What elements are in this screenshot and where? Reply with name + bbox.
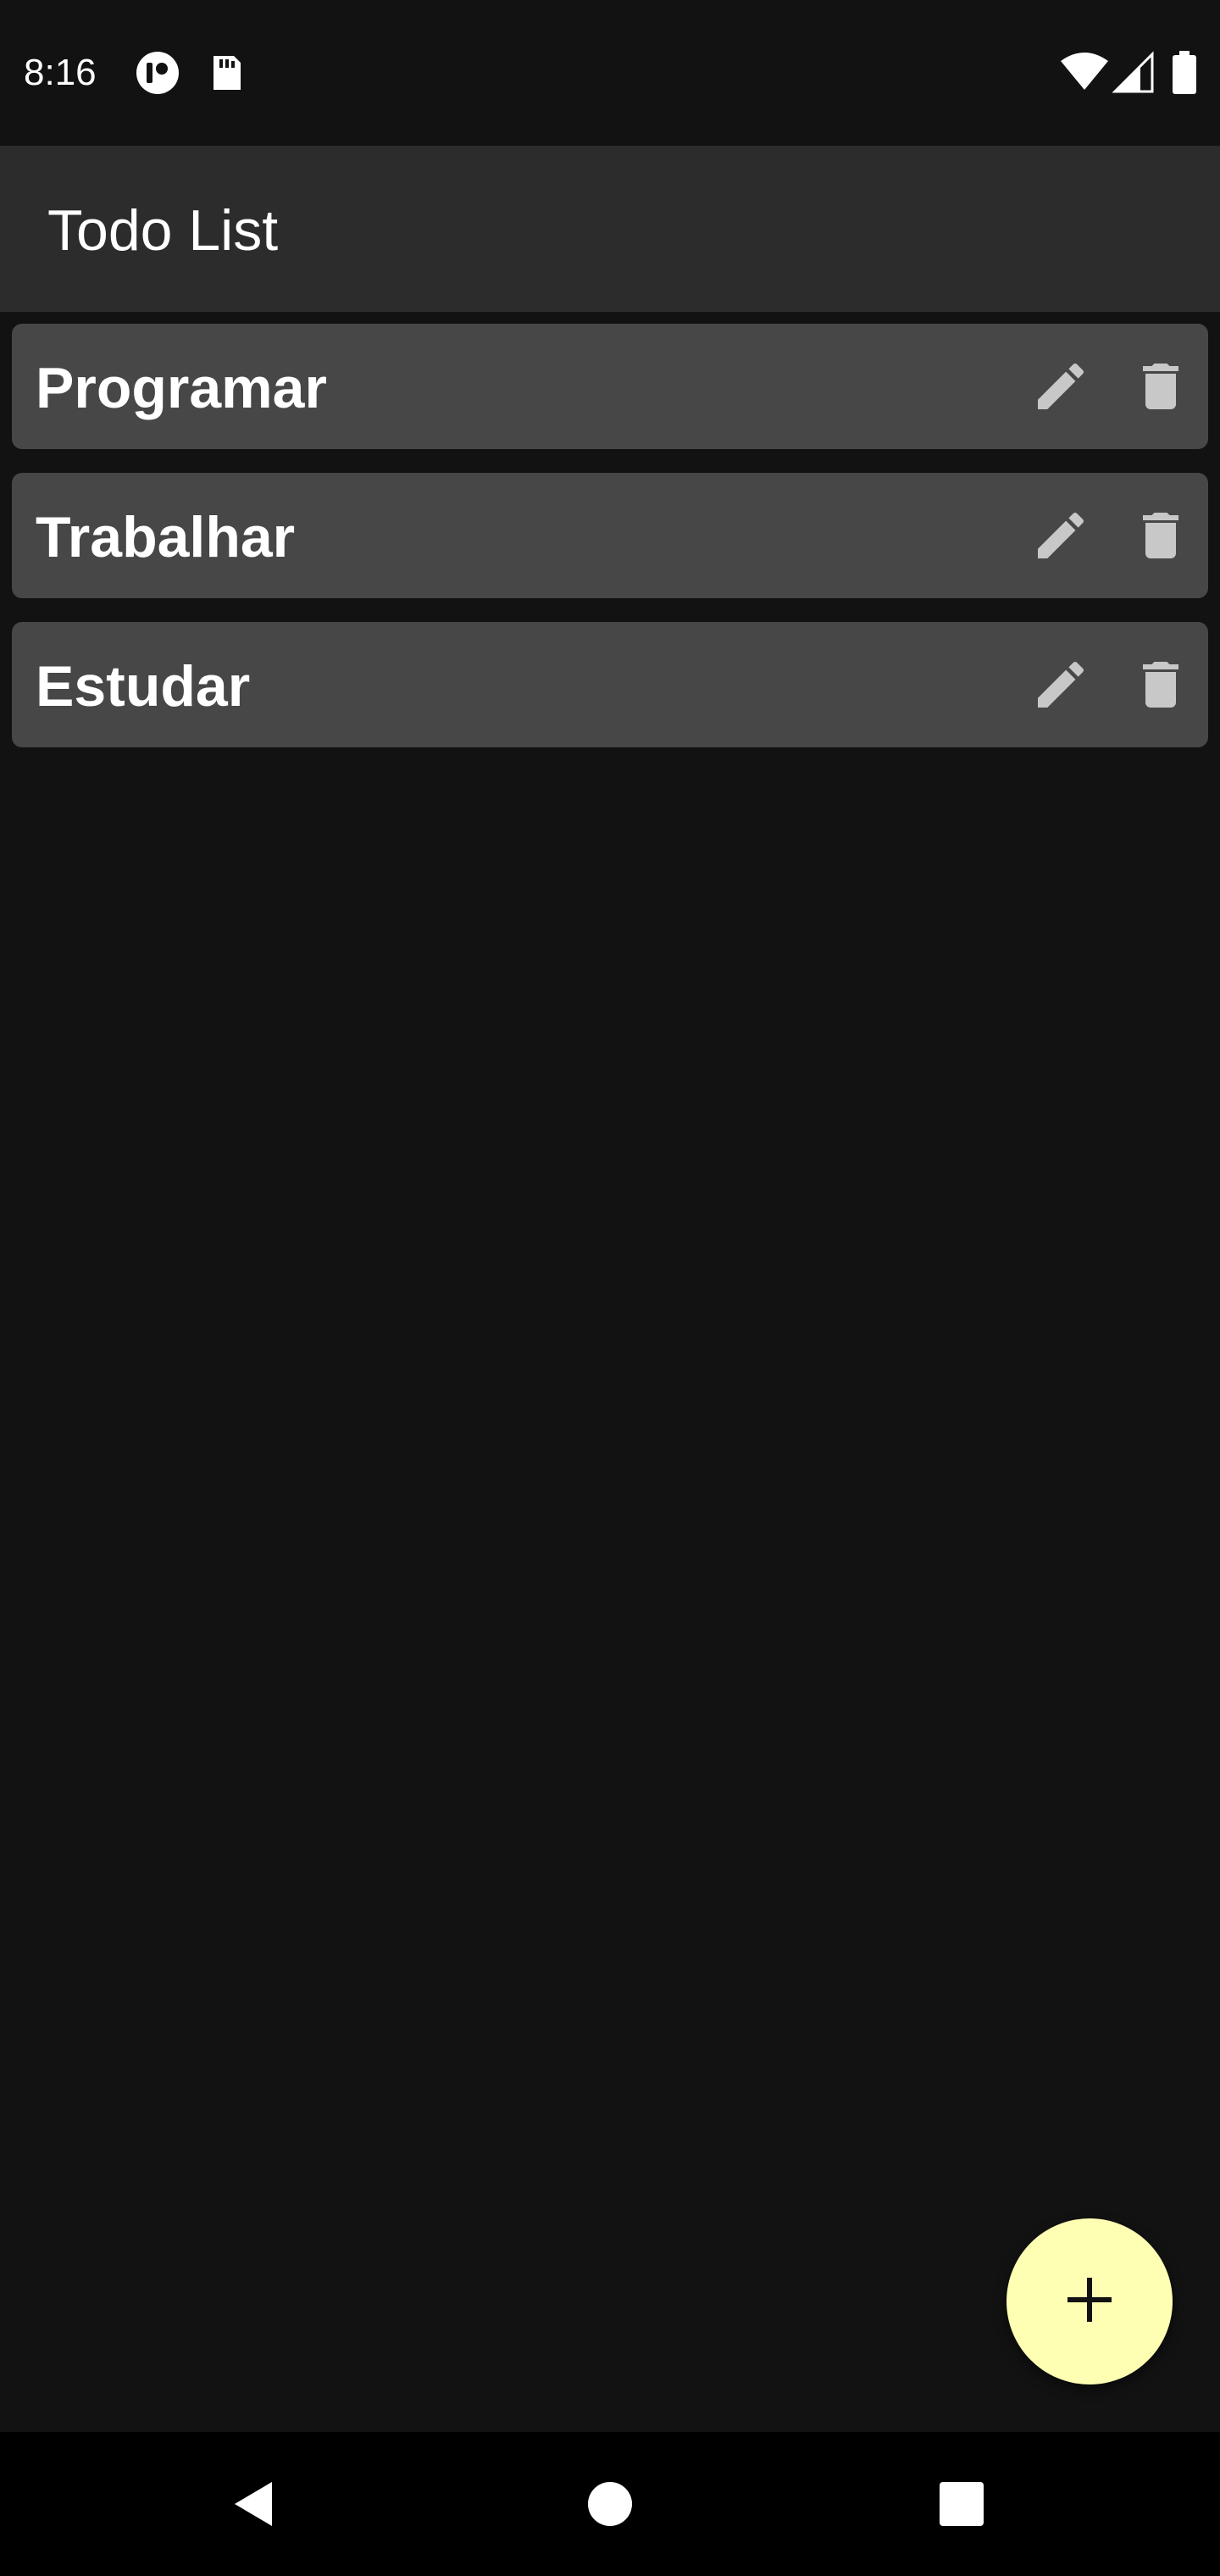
todo-item-estudar[interactable]: Estudar [12,622,1208,747]
todo-item-trabalhar[interactable]: Trabalhar [12,473,1208,598]
wifi-icon [1059,49,1108,97]
todo-list: Programar Trabalhar Estudar [12,324,1208,771]
todo-label: Estudar [36,654,251,719]
trash-icon[interactable] [1127,353,1195,420]
app-bar: Todo List [0,146,1220,312]
pencil-icon[interactable] [1027,353,1095,420]
todo-label: Trabalhar [36,505,296,569]
screen: 8:16 Todo List Programar Trabalhar Estud… [0,0,1220,2576]
recents-icon[interactable] [923,2466,1000,2542]
todo-label: Programar [36,356,327,420]
pencil-icon[interactable] [1027,502,1095,569]
sd-card-icon [202,49,249,97]
trash-icon[interactable] [1127,651,1195,719]
home-icon[interactable] [572,2466,648,2542]
pencil-icon[interactable] [1027,651,1095,719]
todo-item-programar[interactable]: Programar [12,324,1208,449]
trash-icon[interactable] [1127,502,1195,569]
cell-signal-icon [1112,49,1159,97]
back-icon[interactable] [217,2466,293,2542]
add-todo-button[interactable] [1006,2218,1173,2384]
status-bar: 8:16 [0,0,1220,146]
nav-bar [0,2432,1220,2576]
status-time: 8:16 [24,52,97,93]
page-title: Todo List [47,198,279,263]
plus-icon [1062,2273,1117,2331]
battery-icon [1167,49,1215,97]
signal-app-icon [134,49,181,97]
